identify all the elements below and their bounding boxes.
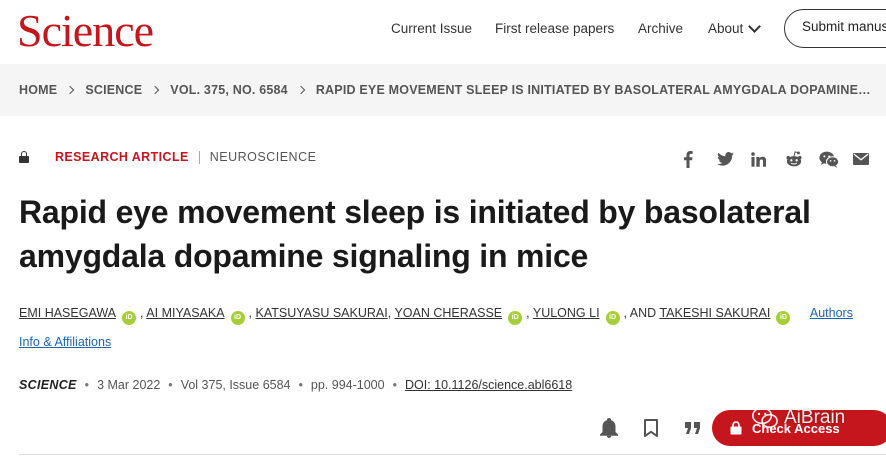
article-tools: [588, 410, 714, 446]
author-link[interactable]: TAKESHI SAKURAI: [659, 306, 770, 320]
watermark-text: AiBrain: [784, 407, 846, 428]
nav-first-release-papers[interactable]: First release papers: [495, 20, 614, 38]
breadcrumb-volume[interactable]: VOL. 375, NO. 6584: [170, 83, 288, 97]
wechat-icon[interactable]: [819, 150, 853, 168]
bookmark-icon[interactable]: [630, 410, 672, 446]
meta-divider: [198, 150, 200, 164]
facebook-icon[interactable]: [683, 150, 717, 168]
orcid-icon[interactable]: iD: [230, 311, 245, 325]
lock-icon: [730, 421, 742, 435]
article-type: RESEARCH ARTICLE: [55, 150, 189, 164]
orcid-icon[interactable]: iD: [776, 311, 791, 325]
lock-icon: [19, 151, 29, 163]
chevron-right-icon: [296, 85, 306, 95]
separator-dot: •: [392, 378, 397, 392]
title-line-1: Rapid eye movement sleep is initiated by…: [19, 194, 811, 230]
share-bar: [683, 150, 886, 168]
nav-current-issue[interactable]: Current Issue: [391, 20, 472, 38]
bell-icon[interactable]: [588, 410, 630, 446]
watermark: AiBrain: [752, 407, 845, 429]
linkedin-icon[interactable]: [751, 150, 785, 168]
nav-archive[interactable]: Archive: [638, 20, 683, 38]
doi-link[interactable]: DOI: 10.1126/science.abl6618: [405, 378, 572, 392]
author-link[interactable]: EMI HASEGAWA: [19, 306, 116, 320]
science-logo[interactable]: Science: [17, 3, 154, 59]
author-link[interactable]: AI MIYASAKA: [146, 306, 224, 320]
article-meta: RESEARCH ARTICLE NEUROSCIENCE: [19, 150, 316, 164]
author-and: , AND: [623, 306, 657, 320]
submit-manuscript-button[interactable]: Submit manus: [784, 9, 886, 48]
chevron-right-icon: [66, 85, 75, 95]
orcid-icon[interactable]: iD: [605, 311, 620, 325]
chevron-down-icon: [748, 20, 762, 33]
title-line-2: amygdala dopamine signaling in mice: [19, 238, 589, 274]
author-link[interactable]: YOAN CHERASSE: [394, 306, 502, 320]
breadcrumb-current: RAPID EYE MOVEMENT SLEEP IS INITIATED BY…: [315, 83, 871, 97]
site-header: Science Current Issue First release pape…: [0, 0, 886, 64]
email-icon[interactable]: [853, 150, 886, 168]
author-link[interactable]: YULONG LI: [533, 306, 600, 320]
publication-date: 3 Mar 2022: [97, 378, 161, 392]
breadcrumb-science[interactable]: SCIENCE: [85, 83, 142, 97]
reddit-icon[interactable]: [785, 150, 819, 168]
page-range: pp. 994-1000: [310, 378, 385, 392]
twitter-icon[interactable]: [717, 150, 751, 168]
breadcrumb-home[interactable]: HOME: [19, 83, 57, 97]
journal-name[interactable]: SCIENCE: [19, 378, 77, 392]
citation-line: SCIENCE • 3 Mar 2022 • Vol 375, Issue 65…: [19, 378, 572, 392]
separator-dot: •: [298, 378, 303, 392]
author-link[interactable]: KATSUYASU SAKURAI: [256, 306, 388, 320]
article-title: Rapid eye movement sleep is initiated by…: [19, 190, 879, 278]
separator-dot: •: [168, 378, 173, 392]
article-subject[interactable]: NEUROSCIENCE: [210, 150, 317, 164]
quote-icon[interactable]: [672, 410, 714, 446]
nav-about-label: About: [708, 21, 744, 36]
breadcrumb: HOME SCIENCE VOL. 375, NO. 6584 RAPID EY…: [0, 64, 886, 116]
volume-issue[interactable]: Vol 375, Issue 6584: [181, 378, 291, 392]
wechat-watermark-icon: [752, 407, 778, 428]
nav-about[interactable]: About: [708, 20, 762, 38]
orcid-icon[interactable]: iD: [122, 311, 137, 325]
orcid-icon[interactable]: iD: [508, 311, 523, 325]
author-list: EMI HASEGAWA iD, AI MIYASAKA iD, KATSUYASU…: [19, 306, 853, 349]
separator-dot: •: [84, 378, 90, 392]
divider: [19, 454, 886, 455]
chevron-right-icon: [151, 85, 160, 95]
